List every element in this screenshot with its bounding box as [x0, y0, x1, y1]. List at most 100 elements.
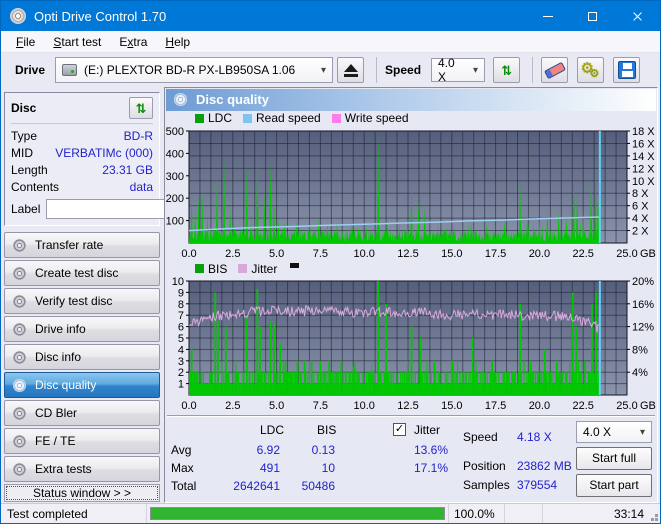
toolbar-separator	[376, 57, 378, 83]
total-ldc-value: 2642641	[233, 479, 280, 494]
status-window-button[interactable]: Status window > >	[4, 484, 160, 502]
label-label: Label	[11, 202, 41, 216]
svg-text:500: 500	[166, 126, 184, 138]
disc-icon	[13, 406, 26, 420]
progress-bar	[147, 504, 449, 523]
disc-icon	[174, 93, 187, 107]
sidebar-item-transfer-rate[interactable]: Transfer rate	[4, 232, 160, 258]
test-speed-select[interactable]: 4.0 X ▾	[576, 421, 652, 444]
save-button[interactable]	[613, 57, 641, 83]
disc-contents-row: Contents data	[11, 180, 153, 194]
svg-text:6: 6	[178, 322, 184, 334]
maximize-button[interactable]	[570, 1, 615, 31]
sidebar-item-verify-test-disc[interactable]: Verify test disc	[4, 288, 160, 314]
speed-label: Speed	[385, 63, 422, 77]
jitter-legend-label: Jitter	[251, 261, 278, 276]
speed-stat-label: Speed	[463, 430, 498, 445]
sidebar-item-cd-bler[interactable]: CD Bler	[4, 400, 160, 426]
samples-stat-value: 379554	[517, 478, 558, 493]
resize-grip[interactable]	[655, 518, 658, 521]
total-bis-value: 50486	[301, 479, 335, 494]
svg-text:0.0: 0.0	[181, 248, 196, 260]
svg-text:10.0: 10.0	[353, 400, 374, 412]
start-full-button[interactable]: Start full	[576, 447, 652, 471]
close-button[interactable]	[615, 1, 660, 31]
settings-button[interactable]: ⚙ ⚙	[577, 57, 605, 83]
svg-text:14 X: 14 X	[632, 151, 655, 163]
sidebar-item-disc-info[interactable]: Disc info	[4, 344, 160, 370]
sidebar-item-create-test-disc[interactable]: Create test disc	[4, 260, 160, 286]
sidebar-nav: Transfer rate Create test disc Verify te…	[4, 232, 160, 482]
app-window: Opti Drive Control 1.70 File Start test …	[0, 0, 661, 524]
ldc-legend-label: LDC	[208, 111, 233, 126]
maximize-icon	[588, 11, 597, 21]
svg-text:12 X: 12 X	[632, 163, 655, 175]
disc-type-value: BD-R	[123, 129, 153, 143]
svg-text:4 X: 4 X	[632, 213, 649, 225]
svg-text:20.0: 20.0	[529, 248, 550, 260]
app-disc-icon	[10, 8, 26, 24]
eject-button[interactable]	[337, 57, 365, 83]
sidebar-item-disc-quality[interactable]: Disc quality	[4, 372, 160, 398]
svg-text:7.5: 7.5	[313, 248, 328, 260]
minimize-button[interactable]	[525, 1, 570, 31]
drive-icon	[62, 64, 78, 76]
svg-text:8 X: 8 X	[632, 188, 649, 200]
avg-ldc-value: 6.92	[256, 443, 280, 458]
svg-text:8%: 8%	[632, 345, 648, 357]
refresh-icon: ⇅	[501, 62, 512, 78]
drive-select-value: (E:) PLEXTOR BD-R PX-LB950SA 1.06	[84, 63, 296, 77]
svg-text:12%: 12%	[632, 322, 654, 334]
speed-select[interactable]: 4.0 X ▾	[431, 56, 486, 84]
menu-file[interactable]: File	[7, 33, 44, 51]
refresh-button[interactable]: ⇅	[493, 57, 521, 83]
position-stat-label: Position	[463, 459, 506, 474]
position-stat-value: 23862 MB	[517, 459, 572, 474]
bis-legend-swatch	[195, 264, 204, 274]
chevron-down-icon: ▾	[639, 426, 645, 438]
sidebar-item-extra-tests[interactable]: Extra tests	[4, 456, 160, 482]
svg-text:15.0: 15.0	[441, 400, 462, 412]
svg-text:8: 8	[178, 299, 184, 311]
max-row-label: Max	[171, 461, 194, 476]
jitter-checkbox[interactable]: ✓	[393, 423, 406, 437]
sidebar-item-drive-info[interactable]: Drive info	[4, 316, 160, 342]
sidebar-item-fe-te[interactable]: FE / TE	[4, 428, 160, 454]
svg-text:200: 200	[166, 193, 184, 205]
stats-panel: LDC BIS ✓ Jitter Avg 6.92 0.13 13.6% Max…	[165, 418, 657, 502]
disc-contents-value: data	[129, 180, 153, 194]
menu-start-test[interactable]: Start test	[44, 33, 110, 51]
sidebar: Disc ⇅ Type BD-R MID VERBATIMc (000) Lengt…	[1, 87, 229, 503]
chevron-down-icon: ▾	[473, 64, 479, 76]
start-part-button[interactable]: Start part	[576, 474, 652, 498]
svg-text:100: 100	[166, 215, 184, 227]
erase-disc-button[interactable]	[541, 57, 569, 83]
disc-refresh-button[interactable]: ⇅	[129, 97, 153, 119]
bis-column-header: BIS	[317, 423, 337, 438]
menu-extra[interactable]: Extra	[110, 33, 156, 51]
toolbar-separator	[532, 57, 534, 83]
drive-select[interactable]: (E:) PLEXTOR BD-R PX-LB950SA 1.06 ▾	[55, 57, 334, 83]
avg-jitter-value: 13.6%	[413, 443, 448, 458]
svg-text:4%: 4%	[632, 367, 648, 379]
ldc-legend-swatch	[195, 113, 204, 123]
menu-help[interactable]: Help	[156, 33, 199, 51]
max-ldc-value: 491	[259, 461, 280, 476]
gears-icon: ⚙ ⚙	[580, 60, 600, 80]
content: Disc ⇅ Type BD-R MID VERBATIMc (000) Lengt…	[1, 87, 660, 503]
svg-text:5.0: 5.0	[269, 248, 284, 260]
divider	[167, 415, 655, 418]
disc-icon	[13, 294, 26, 308]
svg-text:16 X: 16 X	[632, 138, 655, 150]
svg-text:5: 5	[178, 333, 184, 345]
svg-text:17.5: 17.5	[485, 248, 506, 260]
legend-max-marker	[290, 263, 300, 269]
avg-row-label: Avg	[171, 443, 192, 458]
progress-fill	[151, 508, 444, 519]
svg-text:20.0: 20.0	[529, 400, 550, 412]
max-jitter-value: 17.1%	[413, 461, 448, 476]
svg-text:12.5: 12.5	[397, 400, 418, 412]
toolbar: Drive (E:) PLEXTOR BD-R PX-LB950SA 1.06 …	[1, 53, 660, 87]
disc-length-value: 23.31 GB	[102, 163, 153, 177]
disc-length-row: Length 23.31 GB	[11, 163, 153, 177]
